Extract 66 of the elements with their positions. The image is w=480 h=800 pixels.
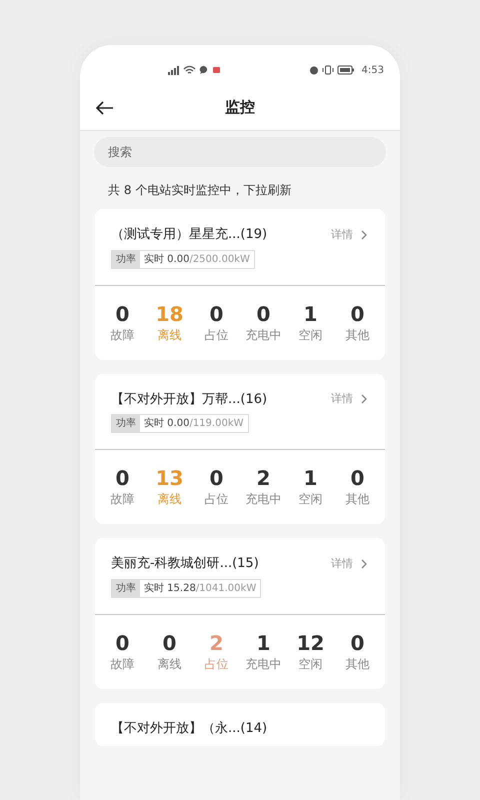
stat-label: 离线 <box>156 656 182 672</box>
stat-label: 离线 <box>156 491 182 508</box>
search-field[interactable]: 搜索 <box>94 137 386 167</box>
stat-label: 充电中 <box>244 656 282 672</box>
power-capacity: /2500.00kW <box>189 252 250 266</box>
notification-icon <box>212 66 221 74</box>
station-name: 【不对外开放】（永...(14) <box>111 720 268 738</box>
stat-count: 18 <box>154 302 184 326</box>
power-label: 功率 <box>112 580 140 596</box>
stat-label: 故障 <box>109 491 136 508</box>
details-link[interactable]: 详情 <box>331 556 369 572</box>
vibrate-icon <box>322 65 334 75</box>
stat-label: 故障 <box>109 656 136 672</box>
stat-count: 0 <box>114 630 130 654</box>
stat-count: 0 <box>114 466 130 490</box>
stat-label: 占位 <box>203 326 230 344</box>
details-link[interactable]: 详情 <box>331 226 369 243</box>
power-capacity: /1041.00kW <box>196 582 256 596</box>
stat-count: 0 <box>350 466 366 490</box>
chevron-right-icon <box>359 558 369 569</box>
stat-count: 1 <box>256 630 272 654</box>
station-name: 【不对外开放】万帮...(16) <box>111 390 268 408</box>
chevron-right-icon <box>359 230 369 240</box>
realtime-power: 实时 0.00 <box>144 416 190 431</box>
summary-text: 共 8 个电站实时监控中，下拉刷新 <box>107 182 292 199</box>
page-title: 监控 <box>225 97 255 118</box>
stat-label: 其他 <box>344 656 370 672</box>
stat-count: 0 <box>114 302 130 326</box>
stat-count: 0 <box>256 302 272 326</box>
stat-count: 0 <box>208 466 224 490</box>
stat-count: 12 <box>296 630 326 654</box>
back-arrow-icon[interactable] <box>96 100 114 114</box>
stat-label: 空闲 <box>297 326 324 344</box>
stat-label: 空闲 <box>297 491 324 508</box>
realtime-power: 实时 15.28 <box>144 582 196 596</box>
power-capacity: /119.00kW <box>189 417 244 431</box>
stat-count: 2 <box>256 466 272 490</box>
chevron-right-icon <box>359 394 369 404</box>
stat-count: 2 <box>208 630 224 654</box>
station-name: （测试专用）星星充...(19) <box>111 226 268 244</box>
stat-label: 其他 <box>344 491 370 508</box>
stat-count: 0 <box>350 302 366 326</box>
chat-bubble-icon <box>199 65 209 75</box>
stat-count: 0 <box>162 630 178 654</box>
stat-count: 1 <box>302 302 318 326</box>
stat-count: 0 <box>208 302 224 326</box>
battery-icon <box>336 65 355 75</box>
wifi-icon <box>183 65 196 75</box>
details-link[interactable]: 详情 <box>331 391 369 408</box>
stat-label: 空闲 <box>297 656 324 672</box>
stat-count: 13 <box>154 466 184 490</box>
stat-label: 占位 <box>203 656 230 672</box>
station-name: 美丽充-科教城创研...(15) <box>111 555 259 573</box>
signal-icon <box>166 65 180 75</box>
power-label: 功率 <box>112 415 140 432</box>
status-time: 4:53 <box>362 64 384 78</box>
stat-label: 其他 <box>344 326 370 344</box>
power-label: 功率 <box>112 250 140 268</box>
realtime-power: 实时 0.00 <box>144 252 190 266</box>
stat-count: 1 <box>302 466 318 490</box>
stat-label: 离线 <box>156 326 182 344</box>
stat-label: 充电中 <box>244 326 282 344</box>
stat-label: 故障 <box>109 326 136 344</box>
stat-label: 占位 <box>203 491 230 508</box>
stat-count: 0 <box>350 630 366 654</box>
stat-label: 充电中 <box>244 491 282 508</box>
